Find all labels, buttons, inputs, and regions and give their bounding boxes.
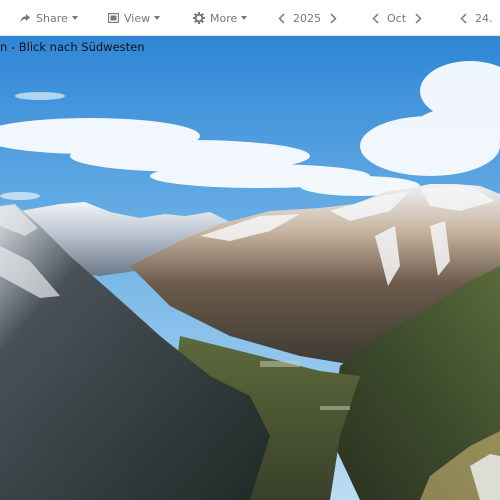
more-label: More xyxy=(210,11,238,25)
year-label: 2025 xyxy=(293,11,321,25)
gear-icon xyxy=(193,12,205,24)
chevron-left-icon xyxy=(277,12,285,24)
view-label: View xyxy=(124,11,151,25)
chevron-right-icon xyxy=(329,12,337,24)
view-button[interactable]: View xyxy=(108,0,161,36)
webcam-image xyxy=(0,36,500,500)
chevron-down-icon xyxy=(154,16,161,20)
chevron-down-icon xyxy=(71,16,78,20)
mountain-valley-photo xyxy=(0,36,500,500)
share-button[interactable]: Share xyxy=(19,0,78,36)
day-label: 24. xyxy=(475,11,493,25)
year-next-button[interactable] xyxy=(326,0,340,36)
month-nav: Oct xyxy=(368,0,425,36)
day-nav: 24. xyxy=(456,0,493,36)
year-prev-button[interactable] xyxy=(274,0,288,36)
share-label: Share xyxy=(36,11,68,25)
month-label: Oct xyxy=(387,11,407,25)
year-nav: 2025 xyxy=(274,0,340,36)
month-next-button[interactable] xyxy=(411,0,425,36)
chevron-left-icon xyxy=(371,12,379,24)
chevron-left-icon xyxy=(459,12,467,24)
chevron-down-icon xyxy=(241,16,248,20)
toolbar: Share View More 2025 Oct 24. xyxy=(0,0,500,36)
day-prev-button[interactable] xyxy=(456,0,470,36)
share-icon xyxy=(19,13,31,24)
image-caption: n - Blick nach Südwesten xyxy=(0,40,145,54)
view-icon xyxy=(108,13,119,23)
chevron-right-icon xyxy=(415,12,422,24)
more-button[interactable]: More xyxy=(193,0,248,36)
month-prev-button[interactable] xyxy=(368,0,382,36)
